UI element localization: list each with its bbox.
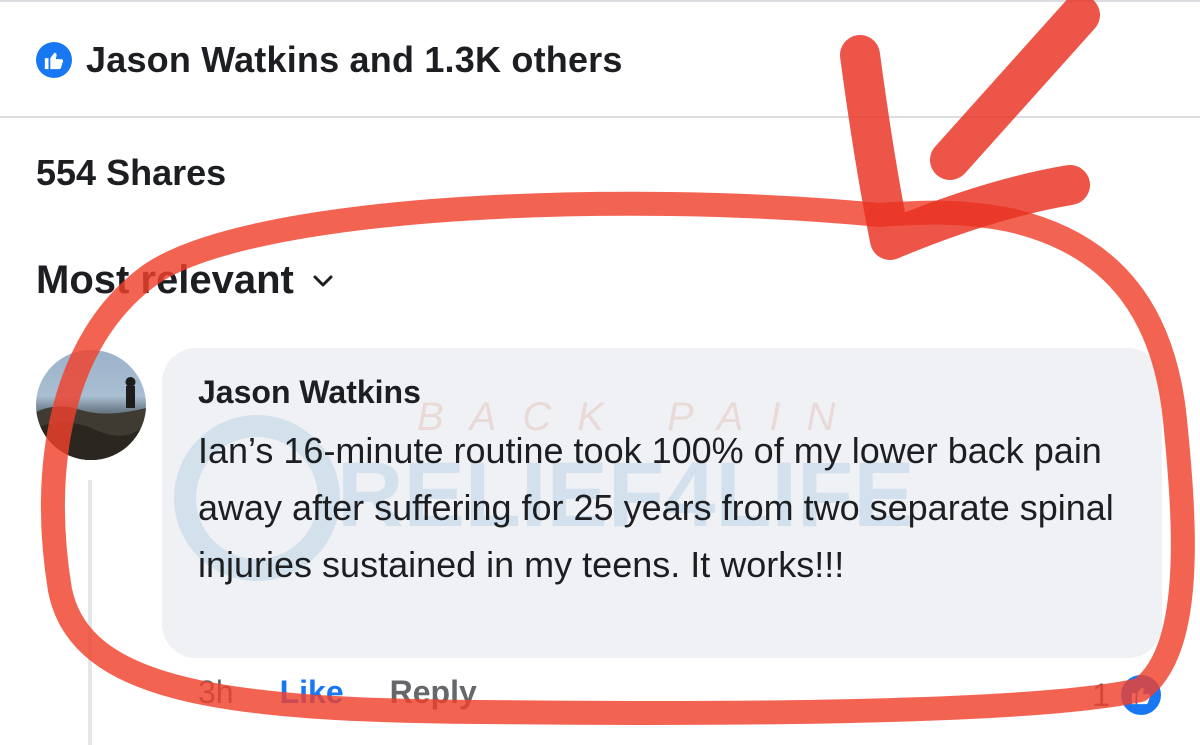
reply-button[interactable]: Reply xyxy=(390,674,477,711)
comment-actions: 3h Like Reply xyxy=(198,674,477,711)
hand-drawn-arrow xyxy=(840,0,1100,260)
reactions-text: Jason Watkins and 1.3K others xyxy=(86,39,623,80)
thread-line xyxy=(88,480,92,745)
sort-label: Most relevant xyxy=(36,258,294,302)
top-divider xyxy=(0,0,1200,2)
comment-reactions[interactable]: 1 xyxy=(1092,672,1164,718)
comment-text: Ian’s 16-minute routine took 100% of my … xyxy=(198,430,1114,585)
like-button[interactable]: Like xyxy=(280,674,344,711)
comment-author[interactable]: Jason Watkins xyxy=(198,374,421,411)
avatar-photo xyxy=(36,377,146,460)
like-icon xyxy=(1118,672,1164,718)
comment-bubble: BACK PAIN RELIEF4LIFE Jason Watkins Ian’… xyxy=(162,348,1162,658)
shares-count[interactable]: 554 Shares xyxy=(36,152,226,194)
comment-timestamp[interactable]: 3h xyxy=(198,674,234,711)
comment-sort-dropdown[interactable]: Most relevant xyxy=(36,258,334,303)
avatar[interactable] xyxy=(36,350,146,460)
section-divider xyxy=(0,116,1200,118)
chevron-down-icon xyxy=(313,275,333,286)
reactions-summary[interactable]: Jason Watkins and 1.3K others xyxy=(36,36,623,84)
like-reaction-icon xyxy=(36,42,72,78)
reaction-count: 1 xyxy=(1092,676,1110,713)
